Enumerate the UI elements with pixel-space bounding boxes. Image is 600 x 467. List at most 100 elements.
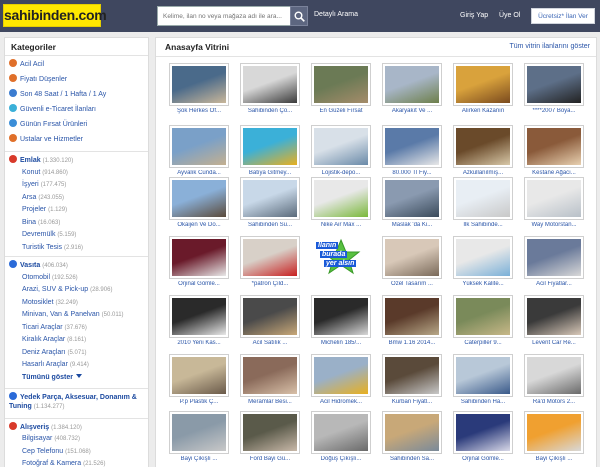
listing-tile[interactable]: Lojistik-depo... xyxy=(311,125,371,179)
listing-thumbnail[interactable] xyxy=(240,177,300,220)
listing-title[interactable]: Azkullanılmış... xyxy=(449,170,517,176)
listing-tile[interactable]: Orjinal Gömle... xyxy=(169,236,229,290)
quick-link-2[interactable]: Son 48 Saat / 1 Hafta / 1 Ay xyxy=(9,89,106,100)
listing-tile[interactable]: Michelin 185/... xyxy=(311,295,371,349)
listing-title[interactable]: Levent Car Re... xyxy=(520,340,588,346)
listing-tile[interactable]: Ra'd Motors 2... xyxy=(524,354,584,408)
listing-title[interactable]: Ford Bayi Gü... xyxy=(236,456,304,462)
listing-thumbnail[interactable] xyxy=(240,63,300,106)
site-logo[interactable]: sahibinden.com xyxy=(3,4,107,27)
listing-tile[interactable]: Akaryakıt Ve ... xyxy=(382,63,442,117)
free-ad-button[interactable]: Ücretsiz* İlan Ver xyxy=(531,8,595,24)
listing-title[interactable]: Meramlar Besi... xyxy=(236,399,304,405)
listing-title[interactable]: Akaryakıt Ve ... xyxy=(378,108,446,114)
listing-tile[interactable]: Okaijen Ve Do... xyxy=(169,177,229,231)
quick-link-3[interactable]: Güvenli e-Ticaret İlanları xyxy=(9,104,96,115)
advanced-search-link[interactable]: Detaylı Arama xyxy=(314,11,358,18)
listing-tile[interactable]: Acil Hidromek... xyxy=(311,354,371,408)
show-all-link[interactable]: Tümünü göster xyxy=(22,373,82,381)
listing-tile[interactable]: Ford Bayi Gü... xyxy=(240,411,300,465)
subcategory-item[interactable]: İşyeri (177.475) xyxy=(22,180,66,190)
listing-title[interactable]: Şok Herkes Of... xyxy=(165,108,233,114)
category-0[interactable]: Emlak (1.330.120) xyxy=(9,155,73,166)
listing-tile[interactable]: ****2007 Boya... xyxy=(524,63,584,117)
listing-thumbnail[interactable] xyxy=(453,236,513,279)
listing-thumbnail[interactable] xyxy=(453,63,513,106)
listing-tile[interactable]: Kestane Ağacı... xyxy=(524,125,584,179)
listing-title[interactable]: Alırken Kazanın xyxy=(449,108,517,114)
listing-title[interactable]: Bayi Çıkışlı ... xyxy=(165,456,233,462)
listing-tile[interactable]: Ayvalık Cunda... xyxy=(169,125,229,179)
listing-title[interactable]: Ayvalık Cunda... xyxy=(165,170,233,176)
listing-title[interactable]: Nike Air Max ... xyxy=(307,222,375,228)
category-3[interactable]: Alışveriş (1.384.120) xyxy=(9,421,82,433)
listing-tile[interactable]: Batıya Gitmey... xyxy=(240,125,300,179)
listing-thumbnail[interactable] xyxy=(169,177,229,220)
listing-tile[interactable]: Azkullanılmış... xyxy=(453,125,513,179)
listing-title[interactable]: 80.000 Tl Fiy... xyxy=(378,170,446,176)
all-showcase-link[interactable]: Tüm vitrin ilanlarını göster xyxy=(509,43,590,50)
listing-thumbnail[interactable] xyxy=(382,63,442,106)
subcategory-item[interactable]: Konut (914.860) xyxy=(22,168,68,178)
subcategory-item[interactable]: Bina (16.063) xyxy=(22,218,60,228)
subcategory-item[interactable]: Projeler (1.129) xyxy=(22,205,67,215)
subcategory-item[interactable]: Turistik Tesis (2.916) xyxy=(22,243,83,253)
listing-tile[interactable]: Sahibinden Ha... xyxy=(453,354,513,408)
listing-title[interactable]: Batıya Gitmey... xyxy=(236,170,304,176)
listing-thumbnail[interactable] xyxy=(169,236,229,279)
listing-tile[interactable]: Meramlar Besi... xyxy=(240,354,300,408)
listing-title[interactable]: ****2007 Boya... xyxy=(520,108,588,114)
listing-thumbnail[interactable] xyxy=(311,295,371,338)
listing-tile[interactable]: Caterpiller 9... xyxy=(453,295,513,349)
listing-thumbnail[interactable] xyxy=(453,354,513,397)
listing-title[interactable]: En Güzeli Fırsat xyxy=(307,108,375,114)
listing-title[interactable]: Okaijen Ve Do... xyxy=(165,222,233,228)
listing-thumbnail[interactable] xyxy=(311,125,371,168)
subcategory-item[interactable]: Hasarlı Araçlar (9.414) xyxy=(22,360,89,370)
listing-thumbnail[interactable] xyxy=(382,411,442,454)
subcategory-item[interactable]: Fotoğraf & Kamera (21.526) xyxy=(22,459,105,467)
listing-thumbnail[interactable] xyxy=(524,354,584,397)
subcategory-item[interactable]: Arsa (243.055) xyxy=(22,193,64,203)
listing-thumbnail[interactable] xyxy=(382,295,442,338)
listing-tile[interactable]: Sahibinden Su... xyxy=(240,177,300,231)
listing-thumbnail[interactable] xyxy=(169,63,229,106)
quick-link-0[interactable]: Acil Acil xyxy=(9,59,44,70)
listing-thumbnail[interactable] xyxy=(311,354,371,397)
listing-title[interactable]: Orjinal Gömle... xyxy=(449,456,517,462)
subcategory-item[interactable]: Ticari Araçlar (37.676) xyxy=(22,323,87,333)
listing-tile[interactable]: Maslak 'da Ki... xyxy=(382,177,442,231)
quick-link-4[interactable]: Günün Fırsat Ürünleri xyxy=(9,119,87,130)
listing-tile[interactable]: Özel Tasarım ... xyxy=(382,236,442,290)
subcategory-item[interactable]: Bilgisayar (408.732) xyxy=(22,434,80,444)
search-input[interactable] xyxy=(158,7,290,25)
listing-thumbnail[interactable] xyxy=(240,125,300,168)
listing-thumbnail[interactable] xyxy=(524,125,584,168)
listing-tile[interactable]: Kurban Fiyatl... xyxy=(382,354,442,408)
listing-thumbnail[interactable] xyxy=(382,177,442,220)
listing-title[interactable]: Doğuş Çıkışlı... xyxy=(307,456,375,462)
listing-tile[interactable]: *patron Çıld... xyxy=(240,236,300,290)
listing-title[interactable]: Kestane Ağacı... xyxy=(520,170,588,176)
listing-thumbnail[interactable] xyxy=(240,295,300,338)
listing-tile[interactable]: Doğuş Çıkışlı... xyxy=(311,411,371,465)
listing-title[interactable]: Ra'd Motors 2... xyxy=(520,399,588,405)
listing-thumbnail[interactable] xyxy=(169,125,229,168)
listing-title[interactable]: Sahibinden Ha... xyxy=(449,399,517,405)
listing-tile[interactable]: Sahibinden Ço... xyxy=(240,63,300,117)
listing-tile[interactable]: Yüksek Kalite... xyxy=(453,236,513,290)
listing-thumbnail[interactable] xyxy=(240,354,300,397)
listing-tile[interactable]: Way Motorstan... xyxy=(524,177,584,231)
listing-title[interactable]: Acil Satılık ... xyxy=(236,340,304,346)
subcategory-item[interactable]: Motosiklet (32.249) xyxy=(22,298,78,308)
listing-thumbnail[interactable] xyxy=(524,177,584,220)
listing-title[interactable]: Sahibinden Ço... xyxy=(236,108,304,114)
listing-tile[interactable]: Acil Fiyatlar... xyxy=(524,236,584,290)
subcategory-item[interactable]: Cep Telefonu (151.068) xyxy=(22,447,91,457)
listing-title[interactable]: Sahibinden Su... xyxy=(236,222,304,228)
listing-title[interactable]: 2010 Yeni Kas... xyxy=(165,340,233,346)
listing-thumbnail[interactable] xyxy=(524,295,584,338)
listing-title[interactable]: Acil Hidromek... xyxy=(307,399,375,405)
subcategory-item[interactable]: Minivan, Van & Panelvan (50.011) xyxy=(22,310,124,320)
listing-title[interactable]: Özel Tasarım ... xyxy=(378,281,446,287)
